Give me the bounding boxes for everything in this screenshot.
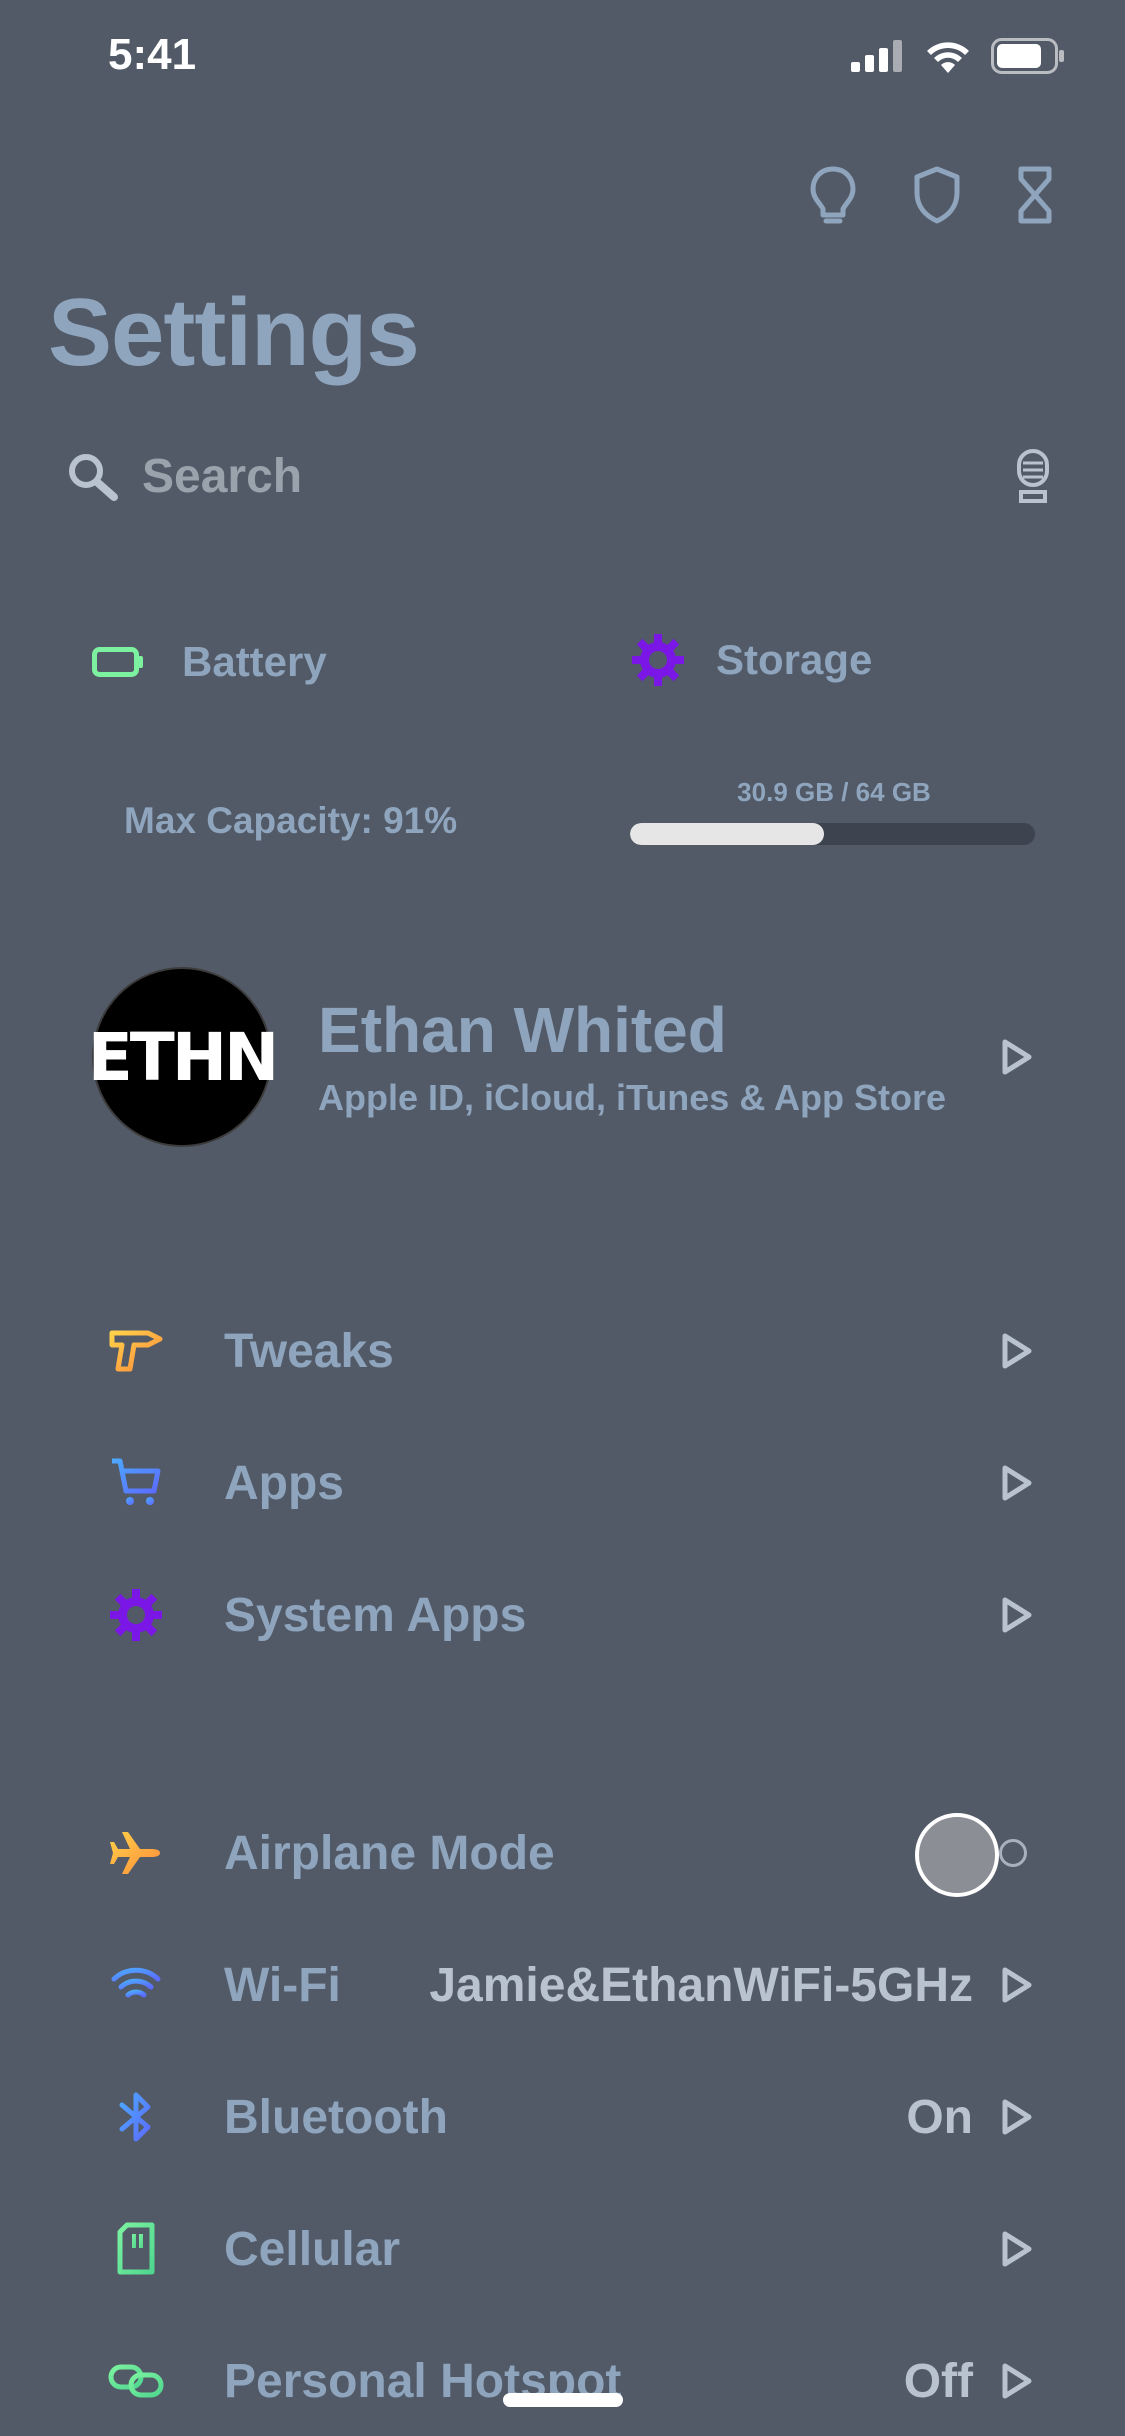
row-label: Apps <box>224 1456 344 1510</box>
lightbulb-icon[interactable] <box>807 165 859 225</box>
apple-id-row[interactable]: ETHN Ethan Whited Apple ID, iCloud, iTun… <box>88 966 1065 1148</box>
storage-label: Storage <box>716 636 873 683</box>
storage-progress-fill <box>630 823 825 845</box>
row-cellular[interactable]: Cellular <box>100 2204 1035 2294</box>
profile-name: Ethan Whited <box>318 993 727 1066</box>
row-label: Airplane Mode <box>224 1826 555 1880</box>
wifi-network-name: Jamie&EthanWiFi-5GHz <box>429 1958 973 2012</box>
chevron-right-icon <box>1002 1333 1032 1369</box>
shield-icon[interactable] <box>911 165 963 225</box>
battery-status-icon <box>991 38 1064 74</box>
chevron-right-icon <box>1002 2363 1032 2399</box>
storage-usage-text: 30.9 GB / 64 GB <box>737 777 931 807</box>
row-apps[interactable]: Apps <box>100 1438 1035 1528</box>
row-tweaks[interactable]: Tweaks <box>100 1306 1035 1396</box>
sim-icon <box>117 2222 155 2275</box>
row-personal-hotspot[interactable]: Personal Hotspot Off <box>100 2336 1035 2426</box>
battery-label: Battery <box>182 638 327 685</box>
row-label: System Apps <box>224 1588 527 1642</box>
bluetooth-icon <box>119 2092 151 2142</box>
battery-tile[interactable]: Battery <box>92 638 327 686</box>
storage-tile[interactable]: Storage <box>632 634 872 686</box>
row-label: Cellular <box>224 2222 401 2276</box>
wifi-status-icon <box>927 42 969 73</box>
search-bar[interactable] <box>66 440 1051 512</box>
airplane-mode-toggle[interactable] <box>915 1813 1035 1897</box>
gear-icon <box>110 1589 162 1641</box>
row-airplane-mode: Airplane Mode <box>100 1808 1035 1898</box>
header-actions <box>807 165 1055 225</box>
storage-progress-bar <box>630 823 1035 845</box>
chevron-right-icon <box>1002 2099 1032 2135</box>
search-input[interactable] <box>140 447 904 505</box>
row-label: Tweaks <box>224 1324 394 1378</box>
status-icons <box>851 38 1065 74</box>
toggle-off-indicator <box>999 1839 1027 1867</box>
page-title: Settings <box>48 279 420 386</box>
chevron-right-icon <box>1002 2231 1032 2267</box>
drill-icon <box>109 1330 163 1372</box>
chevron-right-icon <box>1002 1465 1032 1501</box>
gear-icon <box>632 634 684 686</box>
row-wifi[interactable]: Wi-Fi Jamie&EthanWiFi-5GHz <box>100 1940 1035 2030</box>
chevron-right-icon <box>1002 1967 1032 2003</box>
toggle-knob <box>915 1813 999 1897</box>
status-time: 5:41 <box>108 30 197 79</box>
wifi-icon <box>111 1967 161 1998</box>
row-bluetooth[interactable]: Bluetooth On <box>100 2072 1035 2162</box>
cart-icon <box>112 1458 161 1505</box>
avatar: ETHN <box>88 967 279 1147</box>
profile-text: Ethan Whited Apple ID, iCloud, iTunes & … <box>318 993 946 1119</box>
battery-capacity: Max Capacity: 91% <box>124 800 458 841</box>
battery-icon <box>92 647 143 677</box>
chevron-right-icon <box>1002 1039 1032 1075</box>
microphone-icon[interactable] <box>1015 448 1051 504</box>
hotspot-status: Off <box>903 2354 973 2408</box>
link-icon <box>108 2364 164 2398</box>
avatar-text: ETHN <box>87 1018 280 1096</box>
search-icon <box>69 454 118 501</box>
chevron-right-icon <box>1002 1597 1032 1633</box>
cellular-signal-icon <box>851 40 902 72</box>
profile-subtitle: Apple ID, iCloud, iTunes & App Store <box>318 1077 946 1119</box>
home-indicator[interactable] <box>503 2393 623 2407</box>
hourglass-icon[interactable] <box>1015 165 1055 225</box>
row-label: Bluetooth <box>224 2090 448 2144</box>
row-label: Wi-Fi <box>224 1958 341 2012</box>
row-system-apps[interactable]: System Apps <box>100 1570 1035 1660</box>
airplane-icon <box>110 1832 160 1874</box>
bluetooth-status: On <box>906 2090 973 2144</box>
